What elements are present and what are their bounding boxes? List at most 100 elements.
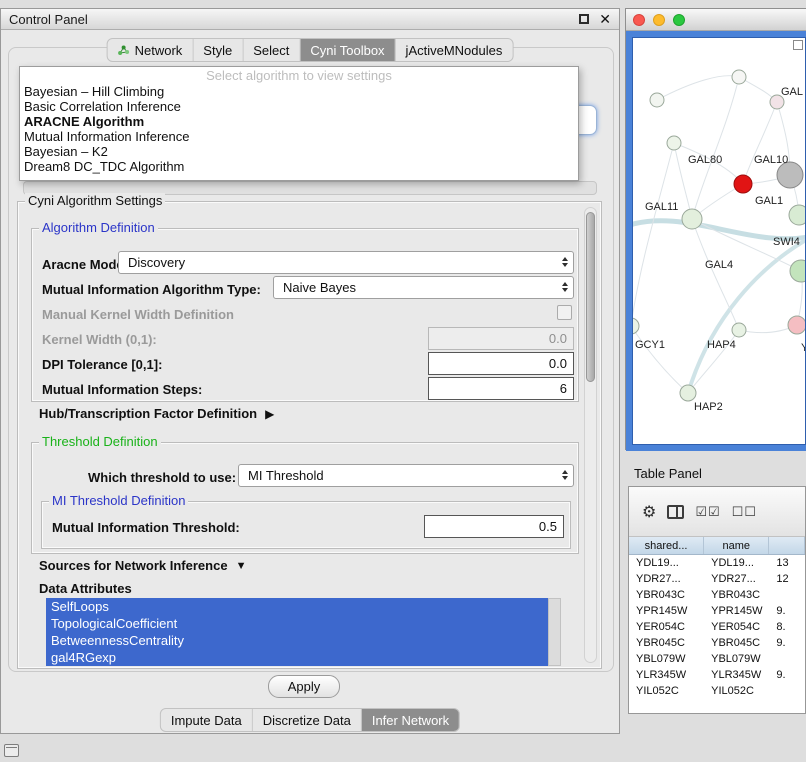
attribute-item-betweennesscentrality[interactable]: BetweennessCentrality <box>46 632 548 649</box>
manual-kernel-width-label: Manual Kernel Width Definition <box>42 307 234 322</box>
network-node-gal80[interactable] <box>667 136 681 150</box>
network-edge[interactable] <box>633 326 688 393</box>
expand-right-icon[interactable]: ▶ <box>265 407 274 421</box>
settings-scrollbar-thumb[interactable] <box>586 212 595 382</box>
close-icon[interactable]: ✕ <box>599 12 611 26</box>
network-node-label-gal80: GAL80 <box>688 154 722 166</box>
mi-steps-field[interactable]: 6 <box>428 377 574 400</box>
network-node[interactable] <box>680 385 696 401</box>
table-row[interactable]: YER054CYER054C8. <box>629 619 805 635</box>
mac-minimize-button[interactable] <box>653 14 665 26</box>
table-cell: YDL19... <box>629 557 704 569</box>
spinner-arrows-icon <box>562 282 568 292</box>
network-focus-frame: GALGAL80GAL10GAL11GAL1SWI4GAL4GCY1HAP4YH… <box>626 31 806 451</box>
network-canvas-svg: GALGAL80GAL10GAL11GAL1SWI4GAL4GCY1HAP4YH… <box>633 38 806 444</box>
network-node[interactable] <box>650 93 664 107</box>
mac-zoom-button[interactable] <box>673 14 685 26</box>
table-cell: 12 <box>769 573 805 585</box>
group-title: Threshold Definition <box>39 434 161 449</box>
cyni-algorithm-settings-group: Cyni Algorithm Settings Algorithm Defini… <box>17 201 602 669</box>
algorithm-option-aracne-algorithm[interactable]: ARACNE Algorithm <box>21 114 577 129</box>
checked-boxes-icon[interactable]: ☑☑ <box>695 504 720 520</box>
network-edge[interactable] <box>633 143 674 326</box>
kernel-width-field[interactable]: 0.0 <box>428 327 574 350</box>
aracne-mode-select[interactable]: Discovery <box>118 251 574 274</box>
table-row[interactable]: YBR043CYBR043C <box>629 587 805 603</box>
bottom-tab-discretize-data[interactable]: Discretize Data <box>253 709 362 731</box>
network-node[interactable] <box>789 205 806 225</box>
columns-icon[interactable] <box>667 505 684 519</box>
algorithm-option-bayesian-hill-climbing[interactable]: Bayesian – Hill Climbing <box>21 84 577 99</box>
network-edge[interactable] <box>692 77 739 219</box>
table-cell: YBR045C <box>704 637 769 649</box>
attributes-list-scrollbar[interactable] <box>548 598 561 666</box>
network-node[interactable] <box>734 175 752 193</box>
network-edge[interactable] <box>657 76 739 100</box>
apply-button[interactable]: Apply <box>268 675 340 698</box>
network-canvas[interactable]: GALGAL80GAL10GAL11GAL1SWI4GAL4GCY1HAP4YH… <box>632 37 806 445</box>
table-row[interactable]: YPR145WYPR145W9. <box>629 603 805 619</box>
network-node[interactable] <box>732 323 746 337</box>
attribute-item-topologicalcoefficient[interactable]: TopologicalCoefficient <box>46 615 548 632</box>
network-edge[interactable] <box>692 219 739 330</box>
network-node[interactable] <box>732 70 746 84</box>
network-edge[interactable] <box>743 102 777 184</box>
minimized-panel-icon[interactable] <box>4 744 19 757</box>
mi-algorithm-type-select[interactable]: Naive Bayes <box>273 276 574 299</box>
table-row[interactable]: YLR345WYLR345W9. <box>629 667 805 683</box>
table-cell: YDR27... <box>704 573 769 585</box>
table-row[interactable]: YBR045CYBR045C9. <box>629 635 805 651</box>
table-row[interactable]: YIL052CYIL052C <box>629 683 805 699</box>
mi-threshold-field[interactable]: 0.5 <box>424 515 564 538</box>
bottom-tab-impute-data[interactable]: Impute Data <box>161 709 253 731</box>
table-body: YDL19...YDL19...13YDR27...YDR27...12YBR0… <box>629 555 805 699</box>
table-cell: YDL19... <box>704 557 769 569</box>
hub-transcription-factor-section[interactable]: Hub/Transcription Factor Definition ▶ <box>39 406 274 421</box>
column-header-2[interactable] <box>769 537 805 554</box>
column-header-name[interactable]: name <box>704 537 769 554</box>
canvas-toggle-checkbox[interactable] <box>793 40 803 50</box>
tab-select[interactable]: Select <box>243 39 300 61</box>
attribute-item-gal4rgexp[interactable]: gal4RGexp <box>46 649 548 666</box>
tab-style[interactable]: Style <box>193 39 243 61</box>
algorithm-option-dream8-dc-tdc-algorithm[interactable]: Dream8 DC_TDC Algorithm <box>21 159 577 174</box>
table-cell: 13 <box>769 557 805 569</box>
data-attributes-list: SelfLoopsTopologicalCoefficientBetweenne… <box>46 598 548 666</box>
which-threshold-select[interactable]: MI Threshold <box>238 464 574 487</box>
attribute-item-selfloops[interactable]: SelfLoops <box>46 598 548 615</box>
dpi-tolerance-field[interactable]: 0.0 <box>428 352 574 375</box>
float-window-icon[interactable] <box>579 14 589 24</box>
algorithm-popup-placeholder[interactable]: Select algorithm to view settings <box>21 68 577 84</box>
manual-kernel-width-checkbox[interactable] <box>557 305 572 320</box>
tab-network[interactable]: Network <box>108 39 194 61</box>
tab-label: Cyni Toolbox <box>310 43 384 58</box>
bottom-tab-infer-network[interactable]: Infer Network <box>362 709 459 731</box>
combo-value: Naive Bayes <box>283 280 356 295</box>
gear-icon[interactable]: ⚙ <box>642 502 656 522</box>
unchecked-boxes-icon[interactable]: ☐☐ <box>732 504 757 520</box>
settings-scrollbar-track[interactable] <box>584 207 597 663</box>
network-window-titlebar <box>626 9 806 31</box>
algorithm-option-bayesian-k2[interactable]: Bayesian – K2 <box>21 144 577 159</box>
network-view-window: GALGAL80GAL10GAL11GAL1SWI4GAL4GCY1HAP4YH… <box>625 8 806 450</box>
expand-down-icon[interactable]: ▼ <box>236 560 247 572</box>
table-panel-window: ⚙ ☑☑ ☐☐ shared...name YDL19...YDL19...13… <box>628 486 806 714</box>
mac-close-button[interactable] <box>633 14 645 26</box>
network-node[interactable] <box>682 209 702 229</box>
algorithm-option-basic-correlation-inference[interactable]: Basic Correlation Inference <box>21 99 577 114</box>
mi-algorithm-type-label: Mutual Information Algorithm Type: <box>42 282 261 297</box>
algorithm-option-mutual-information-inference[interactable]: Mutual Information Inference <box>21 129 577 144</box>
network-node-gcy1[interactable] <box>633 318 639 334</box>
sources-for-network-inference-section[interactable]: Sources for Network Inference ▼ <box>39 558 246 573</box>
table-row[interactable]: YDR27...YDR27...12 <box>629 571 805 587</box>
tab-label: Impute Data <box>171 713 242 728</box>
tab-label: Network <box>135 43 183 58</box>
tab-cyni-toolbox[interactable]: Cyni Toolbox <box>300 39 395 61</box>
network-node[interactable] <box>790 260 806 282</box>
network-node[interactable] <box>788 316 806 334</box>
table-row[interactable]: YDL19...YDL19...13 <box>629 555 805 571</box>
hub-section-label: Hub/Transcription Factor Definition <box>39 406 257 421</box>
table-row[interactable]: YBL079WYBL079W <box>629 651 805 667</box>
column-header-shared[interactable]: shared... <box>629 537 704 554</box>
tab-jactivemnodules[interactable]: jActiveMNodules <box>396 39 513 61</box>
